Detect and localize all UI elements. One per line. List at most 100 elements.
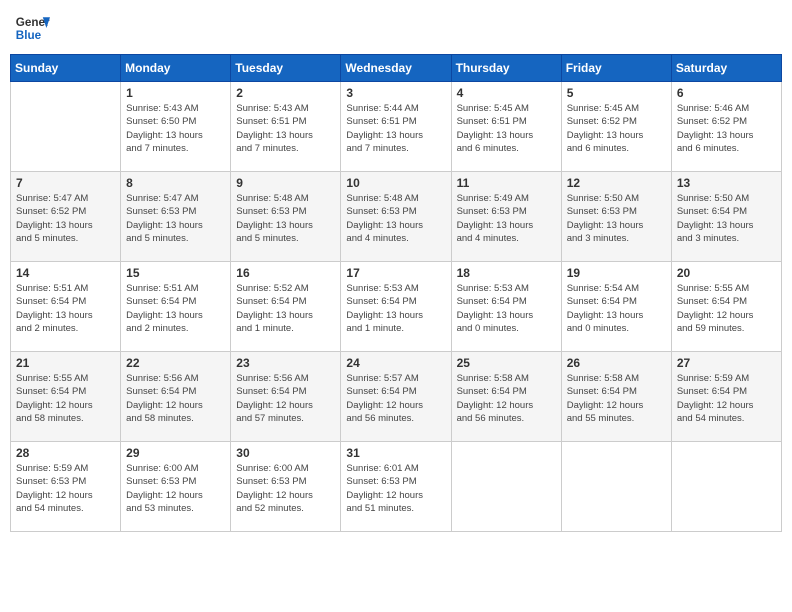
- day-info: Sunrise: 5:46 AMSunset: 6:52 PMDaylight:…: [677, 102, 776, 155]
- day-number: 20: [677, 266, 776, 280]
- calendar-cell: [671, 442, 781, 532]
- day-number: 19: [567, 266, 666, 280]
- calendar-week-5: 28 Sunrise: 5:59 AMSunset: 6:53 PMDayligh…: [11, 442, 782, 532]
- day-number: 30: [236, 446, 335, 460]
- calendar-week-4: 21 Sunrise: 5:55 AMSunset: 6:54 PMDayligh…: [11, 352, 782, 442]
- calendar-cell: 24 Sunrise: 5:57 AMSunset: 6:54 PMDayligh…: [341, 352, 451, 442]
- day-number: 18: [457, 266, 556, 280]
- day-number: 3: [346, 86, 445, 100]
- calendar-cell: 17Sunrise: 5:53 AMSunset: 6:54 PMDayligh…: [341, 262, 451, 352]
- calendar-cell: 31 Sunrise: 6:01 AMSunset: 6:53 PMDayligh…: [341, 442, 451, 532]
- column-header-wednesday: Wednesday: [341, 55, 451, 82]
- day-number: 7: [16, 176, 115, 190]
- day-info: Sunrise: 5:50 AMSunset: 6:53 PMDaylight:…: [567, 192, 666, 245]
- calendar-cell: 9Sunrise: 5:48 AMSunset: 6:53 PMDaylight…: [231, 172, 341, 262]
- calendar-cell: 14Sunrise: 5:51 AMSunset: 6:54 PMDayligh…: [11, 262, 121, 352]
- day-info: Sunrise: 5:56 AMSunset: 6:54 PMDaylight:…: [126, 372, 225, 425]
- calendar-header-row: SundayMondayTuesdayWednesdayThursdayFrid…: [11, 55, 782, 82]
- calendar-cell: 25 Sunrise: 5:58 AMSunset: 6:54 PMDayligh…: [451, 352, 561, 442]
- day-info: Sunrise: 5:51 AMSunset: 6:54 PMDaylight:…: [126, 282, 225, 335]
- calendar-cell: 11 Sunrise: 5:49 AMSunset: 6:53 PMDayligh…: [451, 172, 561, 262]
- calendar-cell: 19 Sunrise: 5:54 AMSunset: 6:54 PMDayligh…: [561, 262, 671, 352]
- day-info: Sunrise: 5:56 AMSunset: 6:54 PMDaylight:…: [236, 372, 335, 425]
- day-number: 22: [126, 356, 225, 370]
- calendar-table: SundayMondayTuesdayWednesdayThursdayFrid…: [10, 54, 782, 532]
- day-number: 23: [236, 356, 335, 370]
- day-number: 12: [567, 176, 666, 190]
- day-number: 31: [346, 446, 445, 460]
- calendar-cell: [451, 442, 561, 532]
- calendar-cell: 13Sunrise: 5:50 AMSunset: 6:54 PMDayligh…: [671, 172, 781, 262]
- day-info: Sunrise: 5:58 AMSunset: 6:54 PMDaylight:…: [567, 372, 666, 425]
- day-info: Sunrise: 5:45 AMSunset: 6:52 PMDaylight:…: [567, 102, 666, 155]
- logo: General Blue: [14, 10, 50, 46]
- day-number: 21: [16, 356, 115, 370]
- day-number: 5: [567, 86, 666, 100]
- day-info: Sunrise: 5:45 AMSunset: 6:51 PMDaylight:…: [457, 102, 556, 155]
- day-number: 8: [126, 176, 225, 190]
- day-info: Sunrise: 5:59 AMSunset: 6:54 PMDaylight:…: [677, 372, 776, 425]
- calendar-cell: 10 Sunrise: 5:48 AMSunset: 6:53 PMDayligh…: [341, 172, 451, 262]
- calendar-cell: 7 Sunrise: 5:47 AMSunset: 6:52 PMDaylight…: [11, 172, 121, 262]
- day-info: Sunrise: 6:00 AMSunset: 6:53 PMDaylight:…: [126, 462, 225, 515]
- logo-icon: General Blue: [14, 10, 50, 46]
- day-info: Sunrise: 5:55 AMSunset: 6:54 PMDaylight:…: [677, 282, 776, 335]
- column-header-tuesday: Tuesday: [231, 55, 341, 82]
- calendar-cell: 21 Sunrise: 5:55 AMSunset: 6:54 PMDayligh…: [11, 352, 121, 442]
- calendar-cell: 29 Sunrise: 6:00 AMSunset: 6:53 PMDayligh…: [121, 442, 231, 532]
- calendar-cell: 15 Sunrise: 5:51 AMSunset: 6:54 PMDayligh…: [121, 262, 231, 352]
- column-header-thursday: Thursday: [451, 55, 561, 82]
- day-number: 26: [567, 356, 666, 370]
- calendar-week-3: 14Sunrise: 5:51 AMSunset: 6:54 PMDayligh…: [11, 262, 782, 352]
- day-info: Sunrise: 5:48 AMSunset: 6:53 PMDaylight:…: [346, 192, 445, 245]
- day-info: Sunrise: 5:52 AMSunset: 6:54 PMDaylight:…: [236, 282, 335, 335]
- calendar-cell: 5 Sunrise: 5:45 AMSunset: 6:52 PMDaylight…: [561, 82, 671, 172]
- day-info: Sunrise: 6:01 AMSunset: 6:53 PMDaylight:…: [346, 462, 445, 515]
- day-info: Sunrise: 5:59 AMSunset: 6:53 PMDaylight:…: [16, 462, 115, 515]
- calendar-week-1: 1 Sunrise: 5:43 AMSunset: 6:50 PMDaylight…: [11, 82, 782, 172]
- day-number: 9: [236, 176, 335, 190]
- day-info: Sunrise: 5:47 AMSunset: 6:53 PMDaylight:…: [126, 192, 225, 245]
- day-number: 6: [677, 86, 776, 100]
- day-info: Sunrise: 5:57 AMSunset: 6:54 PMDaylight:…: [346, 372, 445, 425]
- column-header-saturday: Saturday: [671, 55, 781, 82]
- calendar-cell: 6 Sunrise: 5:46 AMSunset: 6:52 PMDaylight…: [671, 82, 781, 172]
- day-number: 24: [346, 356, 445, 370]
- calendar-cell: [11, 82, 121, 172]
- day-info: Sunrise: 5:44 AMSunset: 6:51 PMDaylight:…: [346, 102, 445, 155]
- day-info: Sunrise: 5:58 AMSunset: 6:54 PMDaylight:…: [457, 372, 556, 425]
- calendar-cell: 2 Sunrise: 5:43 AMSunset: 6:51 PMDaylight…: [231, 82, 341, 172]
- day-info: Sunrise: 5:43 AMSunset: 6:50 PMDaylight:…: [126, 102, 225, 155]
- day-number: 1: [126, 86, 225, 100]
- calendar-cell: 12 Sunrise: 5:50 AMSunset: 6:53 PMDayligh…: [561, 172, 671, 262]
- day-number: 11: [457, 176, 556, 190]
- day-number: 10: [346, 176, 445, 190]
- day-info: Sunrise: 5:49 AMSunset: 6:53 PMDaylight:…: [457, 192, 556, 245]
- day-info: Sunrise: 5:51 AMSunset: 6:54 PMDaylight:…: [16, 282, 115, 335]
- calendar-cell: 4Sunrise: 5:45 AMSunset: 6:51 PMDaylight…: [451, 82, 561, 172]
- day-number: 15: [126, 266, 225, 280]
- calendar-cell: 30 Sunrise: 6:00 AMSunset: 6:53 PMDayligh…: [231, 442, 341, 532]
- day-number: 27: [677, 356, 776, 370]
- calendar-cell: 16Sunrise: 5:52 AMSunset: 6:54 PMDayligh…: [231, 262, 341, 352]
- day-info: Sunrise: 6:00 AMSunset: 6:53 PMDaylight:…: [236, 462, 335, 515]
- day-info: Sunrise: 5:53 AMSunset: 6:54 PMDaylight:…: [346, 282, 445, 335]
- day-number: 28: [16, 446, 115, 460]
- calendar-cell: 22 Sunrise: 5:56 AMSunset: 6:54 PMDayligh…: [121, 352, 231, 442]
- calendar-cell: 3 Sunrise: 5:44 AMSunset: 6:51 PMDaylight…: [341, 82, 451, 172]
- day-number: 2: [236, 86, 335, 100]
- column-header-friday: Friday: [561, 55, 671, 82]
- calendar-cell: 20 Sunrise: 5:55 AMSunset: 6:54 PMDayligh…: [671, 262, 781, 352]
- calendar-cell: 23 Sunrise: 5:56 AMSunset: 6:54 PMDayligh…: [231, 352, 341, 442]
- day-number: 29: [126, 446, 225, 460]
- day-info: Sunrise: 5:43 AMSunset: 6:51 PMDaylight:…: [236, 102, 335, 155]
- calendar-cell: 1 Sunrise: 5:43 AMSunset: 6:50 PMDaylight…: [121, 82, 231, 172]
- svg-text:Blue: Blue: [16, 29, 42, 42]
- day-number: 25: [457, 356, 556, 370]
- page-header: General Blue: [10, 10, 782, 46]
- day-info: Sunrise: 5:54 AMSunset: 6:54 PMDaylight:…: [567, 282, 666, 335]
- calendar-body: 1 Sunrise: 5:43 AMSunset: 6:50 PMDaylight…: [11, 82, 782, 532]
- day-info: Sunrise: 5:47 AMSunset: 6:52 PMDaylight:…: [16, 192, 115, 245]
- day-info: Sunrise: 5:55 AMSunset: 6:54 PMDaylight:…: [16, 372, 115, 425]
- day-info: Sunrise: 5:53 AMSunset: 6:54 PMDaylight:…: [457, 282, 556, 335]
